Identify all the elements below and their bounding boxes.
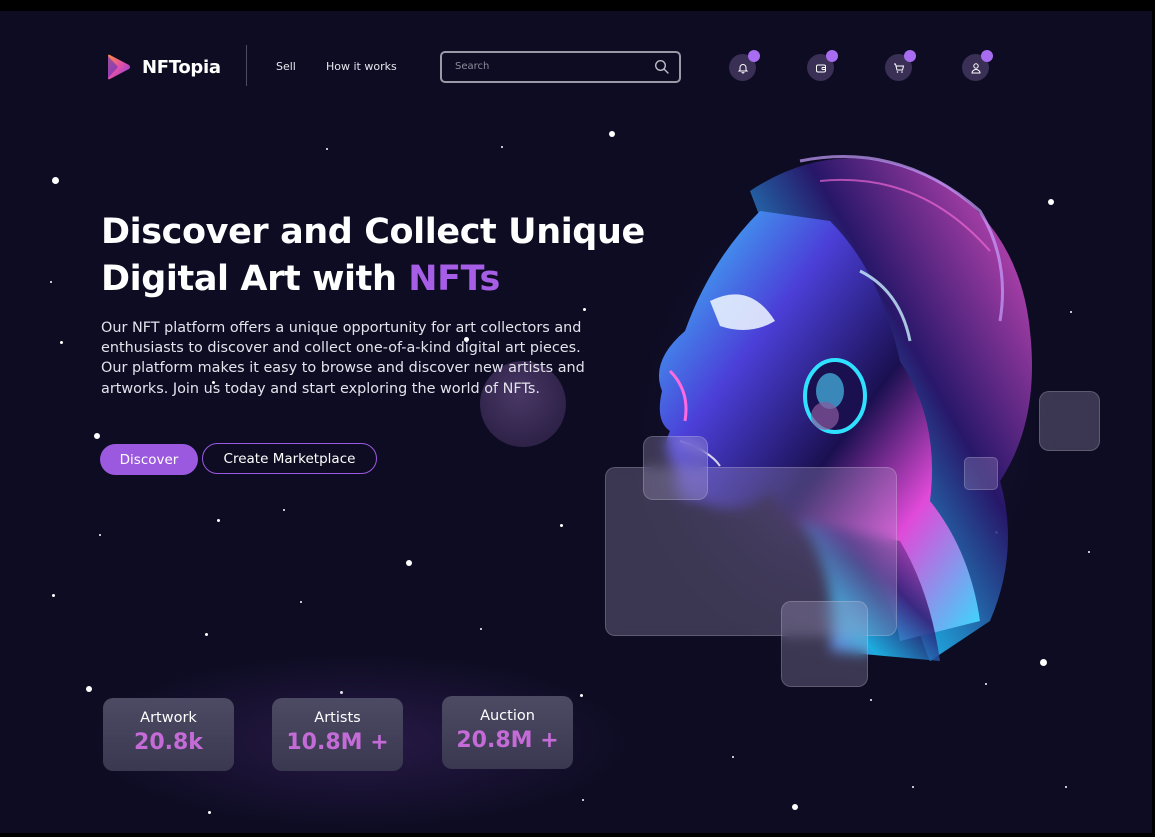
glass-tile xyxy=(964,457,998,490)
search-input[interactable] xyxy=(453,60,647,73)
glass-tile xyxy=(643,436,708,500)
profile-button[interactable] xyxy=(962,50,993,81)
header-divider xyxy=(246,45,247,86)
stat-card-auction: Auction 20.8M + xyxy=(442,696,573,769)
hero-title-line2: Digital Art with xyxy=(101,259,409,299)
brand-logo[interactable]: NFTopia xyxy=(104,53,221,81)
profile-badge xyxy=(981,50,993,62)
discover-button[interactable]: Discover xyxy=(100,444,198,475)
stat-value: 10.8M + xyxy=(286,730,389,755)
stat-card-artwork: Artwork 20.8k xyxy=(103,698,234,771)
glass-tile xyxy=(1039,391,1100,451)
wallet-badge xyxy=(826,50,838,62)
create-marketplace-button[interactable]: Create Marketplace xyxy=(202,443,377,474)
bell-icon xyxy=(737,63,748,73)
stat-label: Artists xyxy=(314,710,361,726)
hero-title-line1: Discover and Collect Unique xyxy=(101,212,645,252)
hero-title: Discover and Collect Unique Digital Art … xyxy=(101,209,661,303)
stat-label: Auction xyxy=(480,708,535,724)
stat-card-artists: Artists 10.8M + xyxy=(272,698,403,771)
nav-link-sell[interactable]: Sell xyxy=(276,60,296,73)
play-logo-icon xyxy=(108,54,130,80)
nav-link-how-it-works[interactable]: How it works xyxy=(326,60,397,73)
search-icon[interactable] xyxy=(654,59,670,75)
cart-badge xyxy=(904,50,916,62)
wallet-icon xyxy=(815,64,826,72)
notification-badge xyxy=(748,50,760,62)
cart-button[interactable] xyxy=(885,50,916,81)
hero-title-accent: NFTs xyxy=(408,259,500,299)
stat-label: Artwork xyxy=(140,710,197,726)
notifications-button[interactable] xyxy=(729,50,760,81)
search-bar xyxy=(440,51,681,83)
hero-description: Our NFT platform offers a unique opportu… xyxy=(101,320,585,397)
stat-value: 20.8k xyxy=(134,730,203,755)
page-frame: NFTopia Sell How it works Search Discove… xyxy=(0,11,1155,833)
brand-name: NFTopia xyxy=(142,56,221,78)
user-icon xyxy=(970,62,981,73)
glass-tile xyxy=(781,601,868,687)
stat-value: 20.8M + xyxy=(456,728,559,753)
cart-icon xyxy=(893,63,904,73)
wallet-button[interactable] xyxy=(807,50,838,81)
